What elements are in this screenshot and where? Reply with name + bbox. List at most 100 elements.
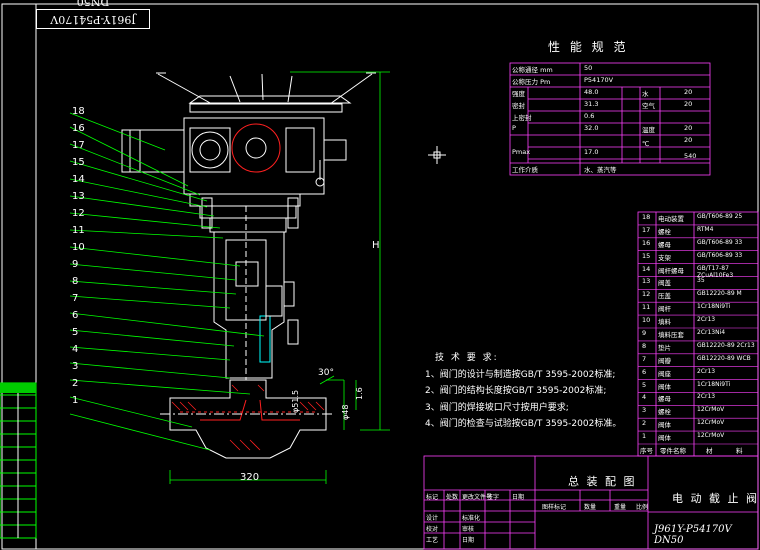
- title-cell: 设计: [426, 515, 439, 522]
- dim-angle: 30°: [318, 368, 334, 378]
- bom-row-material: 2Cr13Ni4: [697, 329, 726, 336]
- bom-row-material: 2Cr13: [697, 367, 716, 375]
- perf-row-label: 公称通径 mm: [512, 66, 553, 74]
- actuator-top-plate: [189, 103, 343, 113]
- title-cell: 重量: [614, 504, 627, 511]
- drawing-name: 总 装 配 图: [568, 475, 637, 488]
- part-number: 5: [72, 327, 79, 338]
- bom-row-name: 垫片: [658, 343, 671, 352]
- title-cell: 日期: [512, 494, 525, 501]
- bom-row-name: 电动装置: [658, 215, 684, 223]
- bom-row-name: 螺母: [658, 240, 671, 249]
- bom-row-number: 8: [642, 341, 647, 350]
- bom-row-number: 16: [642, 238, 651, 247]
- perf-row-label: 工作介质: [512, 166, 538, 174]
- bom-row-number: 4: [642, 393, 647, 402]
- title-cell: 标准化: [462, 515, 481, 522]
- bom-row-name: 填料: [658, 318, 671, 327]
- bom-row-material: 12CrMoV: [697, 432, 725, 440]
- part-number: 14: [72, 174, 85, 185]
- perf-right-label: 空气: [642, 102, 655, 110]
- perf-row-label: 公称压力 Pm: [512, 78, 551, 86]
- bom-row-name: 螺母: [658, 395, 671, 404]
- bom-row-number: 5: [642, 380, 647, 389]
- part-number: 11: [72, 225, 85, 236]
- title-cell: 签字: [487, 494, 500, 501]
- red-section-hatch: [171, 384, 325, 451]
- perf-row-label: P: [512, 124, 516, 132]
- note-item: 3、阀门的焊接坡口尺寸按用户要求;: [425, 402, 569, 413]
- bom-row-number: 9: [642, 329, 647, 337]
- bom-row-material: GB/T606-89 25: [697, 213, 743, 220]
- binding-table: [0, 382, 37, 539]
- bom-row-number: 2: [642, 419, 647, 428]
- perf-row-label: 上密封: [512, 114, 532, 122]
- part-number: 15: [72, 157, 85, 168]
- notes-heading: 技 术 要 求:: [435, 353, 499, 363]
- perf-row-label: 密封: [512, 102, 525, 110]
- part-number: 17: [72, 140, 85, 151]
- bom-row-number: 17: [642, 225, 651, 234]
- svg-text:1.6: 1.6: [355, 387, 364, 400]
- perf-row-value: 31.3: [584, 100, 599, 108]
- title-cell: 标记: [426, 494, 439, 501]
- perf-right-value: 20: [684, 124, 693, 132]
- note-item: 1、阀门的设计与制造按GB/T 3595-2002标准;: [425, 369, 616, 380]
- binding-header: [0, 383, 36, 393]
- bom-row-material: 35: [697, 277, 705, 285]
- perf-row-value: 32.0: [584, 124, 599, 132]
- perf-row-value: 50: [584, 64, 593, 72]
- part-number: 7: [72, 293, 79, 304]
- part-number: 2: [72, 378, 79, 389]
- cad-drawing: φ51.5 φ48 1.6: [0, 3, 759, 550]
- bom-row-name: 阀体: [658, 421, 671, 430]
- bom-row-material: RTM4: [697, 225, 714, 233]
- valve-assembly: [121, 72, 376, 459]
- bom-row-name: 阀体: [658, 382, 671, 391]
- part-number: 13: [72, 191, 85, 202]
- bom-row-number: 3: [642, 406, 647, 415]
- bom-row-material: 12CrMoV: [697, 406, 725, 414]
- bom-row-material: GB/T606-89 33: [697, 238, 743, 246]
- perf-row-label: 强度: [512, 90, 525, 98]
- bom-row-name: 填料压套: [658, 331, 684, 339]
- note-item: 4、阀门的检查与试验按GB/T 3595-2002标准。: [425, 419, 622, 429]
- bom-row-material: 1Cr18Ni9Ti: [697, 380, 731, 388]
- perf-row-value: 0.6: [584, 112, 595, 120]
- perf-right-value: 20: [684, 100, 693, 108]
- handwheel-circle-red: [231, 123, 281, 173]
- dim-width: 320: [240, 472, 260, 483]
- bom-row-name: 阀杆螺母: [658, 266, 684, 275]
- product-name: 电 动 截 止 阀: [672, 492, 759, 505]
- bom-row-name: 压盖: [658, 292, 671, 301]
- perf-row-value: 17.0: [584, 148, 599, 156]
- title-cell: 校对: [426, 526, 439, 533]
- title-cell: 比例: [636, 504, 649, 511]
- perf-right-value: 540: [684, 152, 697, 160]
- part-number: 12: [72, 208, 85, 219]
- title-cell: 审核: [462, 526, 475, 533]
- bom-footer-cell: 零件名称: [660, 447, 686, 455]
- bom-row-name: 阀体: [658, 434, 671, 443]
- bom-row-number: 14: [642, 264, 651, 273]
- bom-row-material: GB/T606-89 33: [697, 251, 743, 259]
- part-number: 8: [72, 276, 79, 287]
- bom-row-number: 6: [642, 367, 647, 376]
- part-number: 16: [72, 123, 85, 134]
- part-number: 10: [72, 242, 85, 253]
- bom-row-material: 12CrMoV: [697, 419, 725, 427]
- bom-row-material: GB/T17-87 ZCuAl10Fe3: [697, 264, 734, 279]
- bom-row-number: 12: [642, 290, 651, 299]
- handwheel: [188, 95, 352, 104]
- part-number: 18: [72, 106, 85, 117]
- perf-table-title: 性 能 规 范: [548, 40, 629, 54]
- perf-right-value: 20: [684, 88, 693, 96]
- bom-row-material: GB12220-89 WCB: [697, 354, 751, 362]
- perf-right-label: 水: [642, 90, 649, 98]
- dim-height: H: [372, 240, 380, 251]
- bom-row-number: 11: [642, 303, 651, 312]
- bom-row-material: GB12220-89 2Cr13: [697, 341, 755, 349]
- leader-lines: [69, 112, 265, 451]
- bom-row-name: 阀座: [658, 369, 671, 378]
- perf-row-value: P54170V: [584, 76, 614, 84]
